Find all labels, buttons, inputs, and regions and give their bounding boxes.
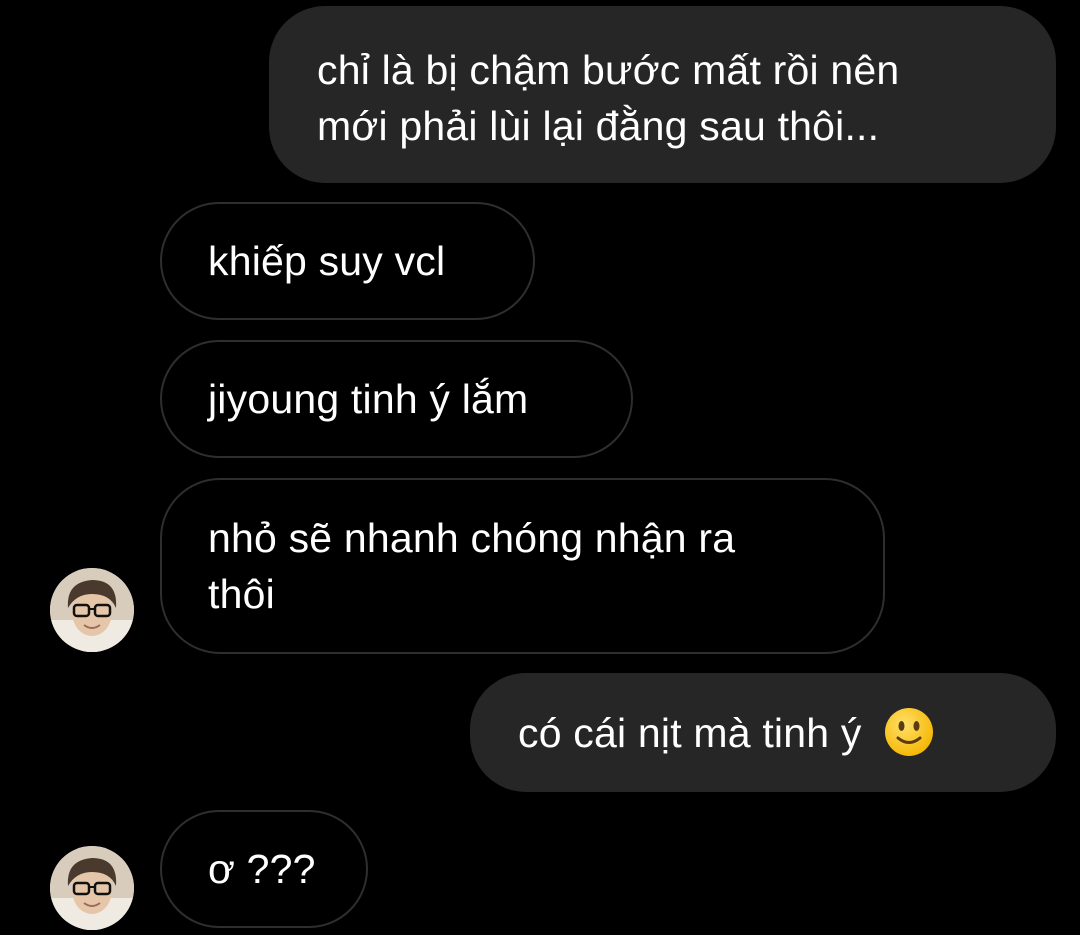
message-bubble-outgoing[interactable]: có cái nịt mà tinh ý <box>470 673 1056 792</box>
message-bubble-incoming[interactable]: jiyoung tinh ý lắm <box>160 340 633 458</box>
message-text-line: ơ ??? <box>208 846 316 892</box>
message-text-line: có cái nịt mà tinh ý <box>518 710 862 756</box>
message-text-line: khiếp suy vcl <box>208 238 446 284</box>
message-text-line: mới phải lùi lại đằng sau thôi... <box>317 103 880 149</box>
slightly-smiling-face-icon <box>883 706 935 758</box>
message-bubble-incoming[interactable]: nhỏ sẽ nhanh chóng nhận ra thôi <box>160 478 885 654</box>
sender-avatar[interactable] <box>50 568 134 652</box>
message-text-line: chỉ là bị chậm bước mất rồi nên <box>317 47 900 93</box>
sender-avatar[interactable] <box>50 846 134 930</box>
message-bubble-outgoing[interactable]: chỉ là bị chậm bước mất rồi nên mới phải… <box>269 6 1056 183</box>
message-text-line: nhỏ sẽ nhanh chóng nhận ra <box>208 515 736 561</box>
message-bubble-incoming[interactable]: ơ ??? <box>160 810 368 928</box>
message-bubble-incoming[interactable]: khiếp suy vcl <box>160 202 535 320</box>
message-text-line: jiyoung tinh ý lắm <box>208 376 529 422</box>
message-text-line: thôi <box>208 571 275 617</box>
avatar-photo-icon <box>50 846 134 930</box>
avatar-photo-icon <box>50 568 134 652</box>
